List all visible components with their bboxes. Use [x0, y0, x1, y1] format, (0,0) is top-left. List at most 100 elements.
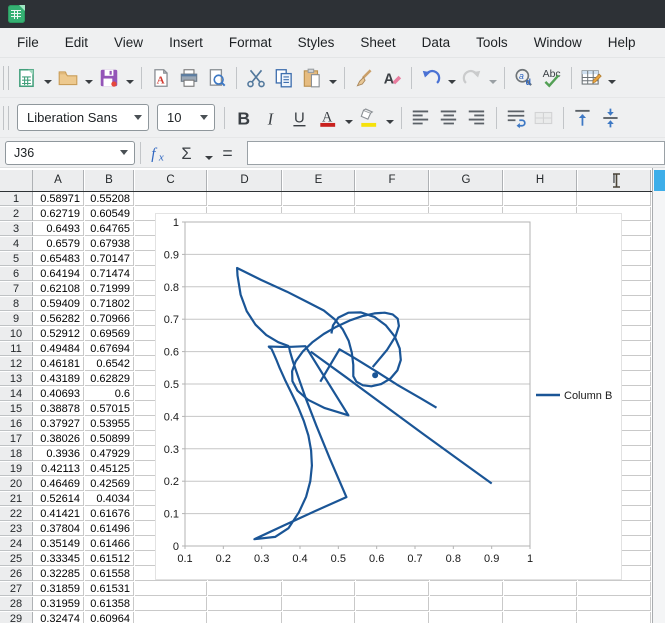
row-header-23[interactable]: 23 [0, 522, 33, 536]
cell-B24[interactable]: 0.61466 [85, 537, 134, 551]
cell-B1[interactable]: 0.55208 [85, 192, 134, 206]
cell-A25[interactable]: 0.33345 [33, 552, 84, 566]
name-box[interactable]: J36 [5, 141, 135, 165]
new-dropdown-icon[interactable] [44, 80, 52, 84]
insert-table-dropdown-icon[interactable] [608, 80, 616, 84]
align-center-button[interactable] [436, 105, 462, 131]
row-header-25[interactable]: 25 [0, 552, 33, 566]
row-header-11[interactable]: 11 [0, 342, 33, 356]
cell-B7[interactable]: 0.71999 [85, 282, 134, 296]
menu-item-data[interactable]: Data [411, 28, 462, 57]
row-header-12[interactable]: 12 [0, 357, 33, 371]
cell-B15[interactable]: 0.57015 [85, 402, 134, 416]
row-header-9[interactable]: 9 [0, 312, 33, 326]
cell-A27[interactable]: 0.31859 [33, 582, 84, 596]
cell-A4[interactable]: 0.6579 [33, 237, 84, 251]
cell-G1[interactable] [430, 192, 503, 206]
cell-A21[interactable]: 0.52614 [33, 492, 84, 506]
column-header-i[interactable]: I [578, 170, 651, 191]
row-header-22[interactable]: 22 [0, 507, 33, 521]
cell-B12[interactable]: 0.6542 [85, 357, 134, 371]
cell-B23[interactable]: 0.61496 [85, 522, 134, 536]
highlight-color-button[interactable] [356, 105, 382, 131]
cell-B13[interactable]: 0.62829 [85, 372, 134, 386]
cell-A8[interactable]: 0.59409 [33, 297, 84, 311]
row-header-6[interactable]: 6 [0, 267, 33, 281]
cell-E28[interactable] [283, 597, 355, 611]
align-left-button[interactable] [408, 105, 434, 131]
cell-B16[interactable]: 0.53955 [85, 417, 134, 431]
row-header-17[interactable]: 17 [0, 432, 33, 446]
cell-E29[interactable] [283, 612, 355, 623]
cell-A3[interactable]: 0.6493 [33, 222, 84, 236]
row-header-8[interactable]: 8 [0, 297, 33, 311]
cell-B9[interactable]: 0.70966 [85, 312, 134, 326]
cell-C27[interactable] [135, 582, 207, 596]
wrap-text-button[interactable] [503, 105, 529, 131]
menu-item-insert[interactable]: Insert [158, 28, 214, 57]
cell-B6[interactable]: 0.71474 [85, 267, 134, 281]
bold-button[interactable]: B [231, 105, 257, 131]
cell-B10[interactable]: 0.69569 [85, 327, 134, 341]
row-header-15[interactable]: 15 [0, 402, 33, 416]
cell-C28[interactable] [135, 597, 207, 611]
cell-H27[interactable] [504, 582, 577, 596]
cell-B3[interactable]: 0.64765 [85, 222, 134, 236]
menu-item-sheet[interactable]: Sheet [349, 28, 406, 57]
cell-D27[interactable] [208, 582, 282, 596]
cell-B8[interactable]: 0.71802 [85, 297, 134, 311]
cell-H1[interactable] [504, 192, 577, 206]
cell-I28[interactable] [578, 597, 651, 611]
column-header-e[interactable]: E [283, 170, 355, 191]
cell-B25[interactable]: 0.61512 [85, 552, 134, 566]
row-header-20[interactable]: 20 [0, 477, 33, 491]
undo-button[interactable] [418, 65, 444, 91]
function-wizard-button[interactable]: f x [147, 140, 173, 166]
cut-button[interactable] [243, 65, 269, 91]
undo-dropdown-icon[interactable] [448, 80, 456, 84]
cell-B14[interactable]: 0.6 [85, 387, 134, 401]
row-header-1[interactable]: 1 [0, 192, 33, 206]
cell-A22[interactable]: 0.41421 [33, 507, 84, 521]
cell-A9[interactable]: 0.56282 [33, 312, 84, 326]
cell-A16[interactable]: 0.37927 [33, 417, 84, 431]
row-header-14[interactable]: 14 [0, 387, 33, 401]
toolbar-grip[interactable] [3, 66, 9, 90]
cell-F29[interactable] [356, 612, 429, 623]
cell-A7[interactable]: 0.62108 [33, 282, 84, 296]
underline-button[interactable]: U [287, 105, 313, 131]
align-vcenter-button[interactable] [598, 105, 624, 131]
save-button[interactable] [96, 65, 122, 91]
cell-H29[interactable] [504, 612, 577, 623]
cell-E27[interactable] [283, 582, 355, 596]
row-header-13[interactable]: 13 [0, 372, 33, 386]
row-header-10[interactable]: 10 [0, 327, 33, 341]
column-header-g[interactable]: G [430, 170, 503, 191]
cell-B21[interactable]: 0.4034 [85, 492, 134, 506]
cell-F1[interactable] [356, 192, 429, 206]
cell-G28[interactable] [430, 597, 503, 611]
export-pdf-button[interactable]: A [148, 65, 174, 91]
cell-G29[interactable] [430, 612, 503, 623]
cell-A18[interactable]: 0.3936 [33, 447, 84, 461]
spelling-button[interactable]: Abc [539, 65, 565, 91]
menu-item-view[interactable]: View [103, 28, 154, 57]
row-header-5[interactable]: 5 [0, 252, 33, 266]
align-right-button[interactable] [464, 105, 490, 131]
cell-B29[interactable]: 0.60964 [85, 612, 134, 623]
cell-A6[interactable]: 0.64194 [33, 267, 84, 281]
row-header-3[interactable]: 3 [0, 222, 33, 236]
cell-A12[interactable]: 0.46181 [33, 357, 84, 371]
menu-item-window[interactable]: Window [523, 28, 593, 57]
menu-item-file[interactable]: File [6, 28, 50, 57]
column-header-d[interactable]: D [208, 170, 282, 191]
cell-F27[interactable] [356, 582, 429, 596]
print-button[interactable] [176, 65, 202, 91]
row-header-27[interactable]: 27 [0, 582, 33, 596]
find-replace-button[interactable]: a d [511, 65, 537, 91]
select-all-corner[interactable] [0, 170, 33, 191]
cell-A11[interactable]: 0.49484 [33, 342, 84, 356]
font-name-combo[interactable]: Liberation Sans [17, 104, 149, 131]
chart-object[interactable]: 00.10.20.30.40.50.60.70.80.910.10.20.30.… [155, 213, 622, 580]
paste-button[interactable] [299, 65, 325, 91]
